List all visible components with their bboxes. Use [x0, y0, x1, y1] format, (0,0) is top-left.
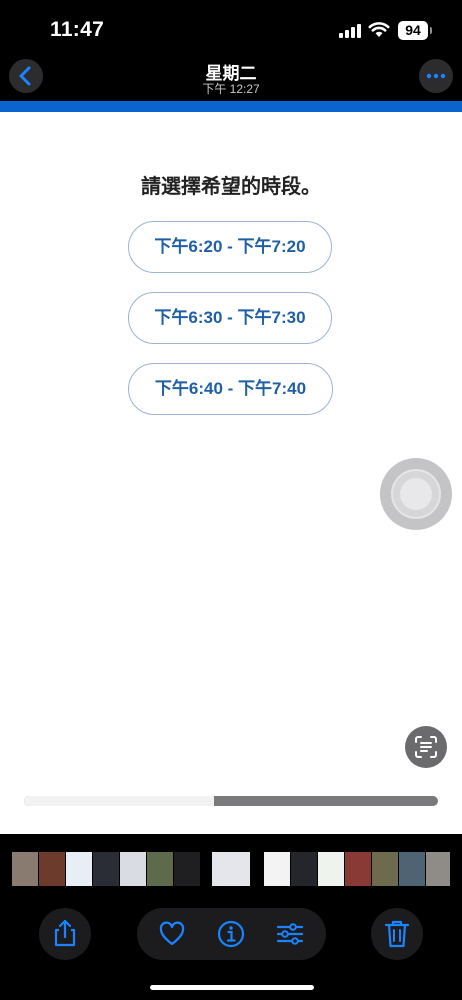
thumbnail[interactable] [372, 852, 398, 886]
status-time: 11:47 [50, 18, 105, 41]
live-text-button[interactable] [405, 726, 447, 768]
home-indicator [150, 985, 314, 990]
thumbnail[interactable] [399, 852, 425, 886]
heart-icon[interactable] [156, 918, 188, 950]
thumbnail[interactable] [93, 852, 119, 886]
thumbnail[interactable] [264, 852, 290, 886]
thumbnail[interactable] [345, 852, 371, 886]
thumbnail[interactable] [174, 852, 200, 886]
trash-icon [384, 920, 410, 948]
share-button[interactable] [39, 908, 91, 960]
assistive-touch-button[interactable] [380, 458, 452, 530]
thumbnail[interactable] [39, 852, 65, 886]
wifi-icon [368, 22, 390, 37]
thumbnail-strip[interactable] [0, 848, 462, 890]
header-strip [0, 101, 462, 112]
time-slot-option[interactable]: 下午6:40 - 下午7:40 [128, 363, 333, 415]
more-button[interactable] [419, 59, 453, 93]
thumbnail[interactable] [212, 852, 250, 886]
video-scrubber[interactable] [24, 796, 438, 806]
time-slot-option[interactable]: 下午6:20 - 下午7:20 [128, 221, 332, 273]
time-prompt: 請選擇希望的時段。 [141, 176, 321, 198]
thumbnail[interactable] [12, 852, 38, 886]
time-slot-option[interactable]: 下午6:30 - 下午7:30 [128, 292, 332, 344]
assistive-touch-core [400, 478, 432, 510]
play-icon[interactable] [24, 748, 52, 776]
cellular-signal-icon [339, 24, 361, 38]
info-icon[interactable] [215, 918, 247, 950]
status-bar: 11:47 94 [0, 0, 462, 56]
delete-button[interactable] [371, 908, 423, 960]
thumbnail[interactable] [426, 852, 450, 886]
battery-tip [430, 27, 432, 34]
live-text-icon [415, 736, 437, 758]
thumbnail[interactable] [120, 852, 146, 886]
nav-subtitle: 下午 12:27 [202, 82, 260, 96]
thumbnail[interactable] [66, 852, 92, 886]
scrubber-played [24, 796, 215, 806]
battery-indicator: 94 [398, 21, 428, 40]
thumbnail[interactable] [147, 852, 173, 886]
sliders-icon[interactable] [274, 918, 306, 950]
thumbnail[interactable] [291, 852, 317, 886]
thumbnail[interactable] [318, 852, 344, 886]
ellipsis-icon [426, 73, 446, 79]
share-icon [54, 919, 76, 947]
